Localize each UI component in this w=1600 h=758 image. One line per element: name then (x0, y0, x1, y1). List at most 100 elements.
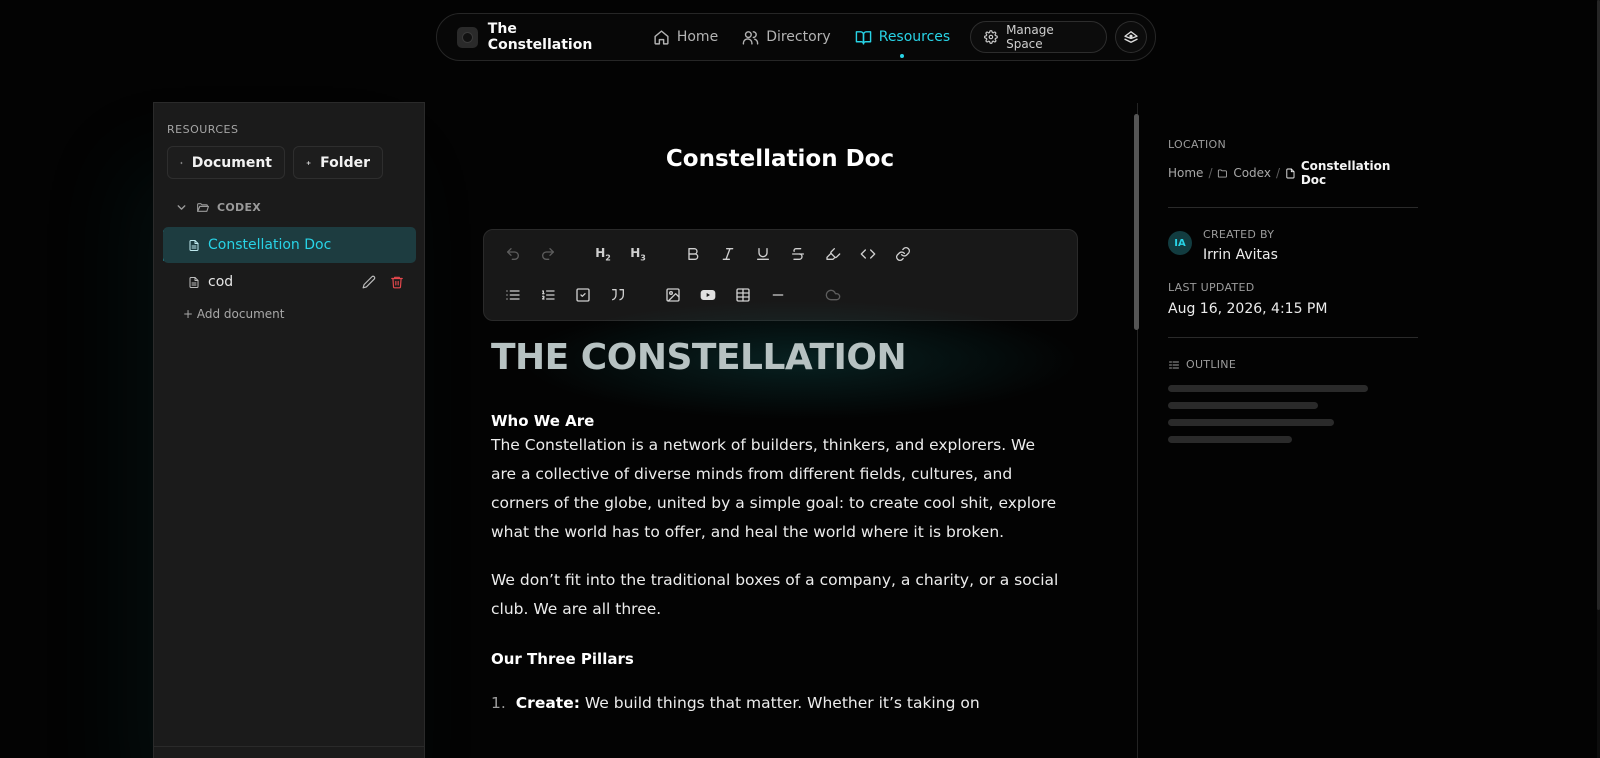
underline-button[interactable] (753, 244, 773, 264)
new-folder-label: Folder (320, 154, 370, 171)
toolbar-row-formatting: H2 H3 (484, 244, 1077, 274)
bullet-list-button[interactable] (503, 285, 523, 305)
bold-icon (685, 246, 701, 262)
outline-header: OUTLINE (1168, 358, 1418, 371)
trash-icon[interactable] (390, 275, 404, 289)
task-list-button[interactable] (573, 285, 593, 305)
list-item[interactable]: 1. Create: We build things that matter. … (491, 694, 1061, 712)
users-icon (742, 29, 759, 46)
manage-space-label: Manage Space (1006, 23, 1054, 51)
last-updated: LAST UPDATED Aug 16, 2026, 4:15 PM (1168, 281, 1418, 317)
redo-button[interactable] (538, 244, 558, 264)
task-list-icon (575, 287, 591, 303)
undo-icon (505, 246, 521, 262)
chevron-down-icon[interactable] (175, 201, 188, 214)
constellation-logo-icon (1122, 28, 1140, 46)
book-open-icon (855, 29, 872, 46)
outline-skeleton (1168, 436, 1292, 443)
folder-icon (1217, 168, 1228, 179)
image-button[interactable] (663, 285, 683, 305)
breadcrumb-separator: / (1275, 166, 1280, 180)
code-icon (860, 246, 876, 262)
created-by-label: CREATED BY (1203, 228, 1275, 241)
list-text: Create: We build things that matter. Whe… (516, 694, 980, 712)
quote-icon (610, 287, 626, 303)
breadcrumb-separator: / (1208, 166, 1213, 180)
top-navigation: The Constellation Home Directory Resourc… (436, 13, 1156, 61)
new-document-button[interactable]: Document (167, 146, 285, 179)
list-number: 1. (491, 694, 506, 712)
italic-icon (720, 246, 736, 262)
outline-skeleton (1168, 385, 1368, 392)
document-title[interactable]: Constellation Doc (445, 146, 1115, 172)
horizontal-rule-button[interactable] (768, 285, 788, 305)
user-menu-button[interactable] (1115, 21, 1147, 53)
image-icon (665, 287, 681, 303)
highlight-button[interactable] (823, 244, 843, 264)
pencil-icon[interactable] (362, 275, 376, 289)
brand-logo-icon (457, 26, 478, 48)
sidebar-item-constellation-doc[interactable]: Constellation Doc (163, 227, 416, 263)
document-heading[interactable]: THE CONSTELLATION (491, 337, 1061, 378)
quote-button[interactable] (608, 285, 628, 305)
location-label: LOCATION (1168, 138, 1226, 151)
divider (1168, 207, 1418, 208)
nav-directory[interactable]: Directory (742, 29, 831, 46)
gear-icon (984, 30, 999, 44)
details-panel: LOCATION Home / Codex / Constellation Do… (1168, 138, 1418, 443)
folder-open-icon (196, 201, 209, 214)
sidebar-item-label: Constellation Doc (208, 237, 332, 253)
underline-icon (755, 246, 771, 262)
youtube-button[interactable] (698, 285, 718, 305)
bullet-list-icon (505, 287, 521, 303)
italic-button[interactable] (718, 244, 738, 264)
home-icon (653, 29, 670, 46)
manage-space-button[interactable]: Manage Space (970, 21, 1108, 53)
paragraph[interactable]: The Constellation is a network of builde… (491, 431, 1061, 547)
avatar: IA (1168, 231, 1192, 255)
nav-home[interactable]: Home (653, 29, 718, 46)
document-body[interactable]: THE CONSTELLATION Who We Are The Constel… (491, 337, 1061, 712)
undo-button[interactable] (503, 244, 523, 264)
cloud-save-button[interactable] (823, 285, 843, 305)
document-icon (188, 239, 200, 252)
breadcrumb-home[interactable]: Home (1168, 166, 1203, 180)
strikethrough-button[interactable] (788, 244, 808, 264)
last-updated-label: LAST UPDATED (1168, 281, 1255, 294)
bold-button[interactable] (683, 244, 703, 264)
heading-2-button[interactable]: H2 (593, 244, 613, 264)
ordered-list-icon (540, 287, 556, 303)
breadcrumb-folder[interactable]: Codex (1233, 166, 1271, 180)
outline-icon (1168, 359, 1180, 371)
youtube-icon (700, 287, 716, 303)
outline-label: OUTLINE (1186, 358, 1237, 371)
section-heading[interactable]: Who We Are (491, 412, 1061, 430)
sidebar-item-cod[interactable]: cod (163, 264, 416, 300)
nav-directory-label: Directory (766, 29, 831, 45)
list-bold: Create: (515, 694, 580, 712)
nav-home-label: Home (676, 29, 719, 45)
plus-icon (180, 157, 183, 169)
brand-name: The Constellation (487, 21, 593, 53)
table-icon (735, 287, 751, 303)
nav-resources[interactable]: Resources (855, 29, 950, 46)
breadcrumb-current: Constellation Doc (1300, 159, 1391, 187)
redo-icon (540, 246, 556, 262)
link-button[interactable] (893, 244, 913, 264)
doc-actions (362, 275, 404, 289)
add-document-link[interactable]: + Add document (183, 307, 284, 321)
creator-name: Irrin Avitas (1203, 247, 1278, 263)
ordered-list-button[interactable] (538, 285, 558, 305)
folder-codex[interactable]: CODEX (175, 201, 261, 214)
paragraph[interactable]: We don’t fit into the traditional boxes … (491, 566, 1061, 624)
toolbar-row-blocks (484, 285, 1077, 315)
table-button[interactable] (733, 285, 753, 305)
brand[interactable]: The Constellation (457, 21, 625, 53)
code-button[interactable] (858, 244, 878, 264)
new-folder-button[interactable]: Folder (293, 146, 383, 179)
editor-scrollbar-thumb[interactable] (1134, 114, 1139, 330)
last-updated-value: Aug 16, 2026, 4:15 PM (1168, 301, 1328, 317)
heading-3-button[interactable]: H3 (628, 244, 648, 264)
folder-label: CODEX (217, 201, 262, 214)
section-heading[interactable]: Our Three Pillars (491, 650, 1061, 668)
